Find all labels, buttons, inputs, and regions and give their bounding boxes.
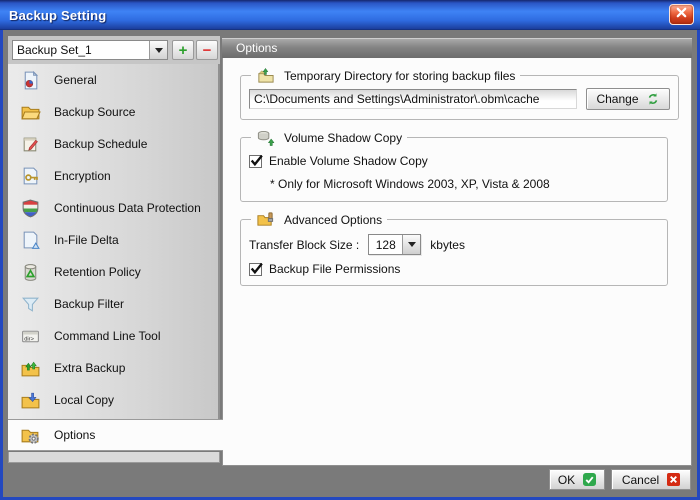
dialog-footer: OK Cancel [549,469,691,490]
sidebar-item-label: Backup Source [54,105,135,119]
transfer-block-size-label: Transfer Block Size : [249,238,359,252]
sidebar-item-extra-backup[interactable]: Extra Backup [8,352,218,384]
sidebar-menu: General Backup Source Backup Schedule En… [8,64,220,419]
add-backup-set-button[interactable]: + [172,40,194,60]
sidebar-item-in-file-delta[interactable]: In-File Delta [8,224,218,256]
in-file-delta-icon [20,230,41,251]
sidebar-item-general[interactable]: General [8,64,218,96]
temp-dir-path-input[interactable] [249,89,577,109]
panel-header: Options [222,38,692,58]
options-panel: Temporary Directory for storing backup f… [222,58,692,466]
sidebar-item-backup-schedule[interactable]: Backup Schedule [8,128,218,160]
sidebar-item-encryption[interactable]: Encryption [8,160,218,192]
sidebar-item-options-selected[interactable]: Options [8,419,223,451]
temp-dir-folder-icon [256,66,275,85]
panel-title: Options [236,41,277,55]
change-button-label: Change [596,92,638,106]
enable-vsc-checkbox[interactable] [249,155,262,168]
sidebar-item-label: Local Copy [54,393,114,407]
options-gear-icon [20,425,41,446]
command-line-icon: dir> [20,326,41,347]
minus-icon: − [203,43,212,58]
backup-set-dropdown[interactable]: Backup Set_1 [12,40,168,60]
sidebar-item-command-line-tool[interactable]: dir> Command Line Tool [8,320,218,352]
shadow-copy-disks-icon [256,128,275,147]
volume-shadow-copy-group: Volume Shadow Copy Enable Volume Shadow … [240,128,668,202]
cancel-button[interactable]: Cancel [611,469,691,490]
local-copy-folder-icon [20,390,41,411]
sidebar-item-label: Options [54,428,95,442]
sidebar-item-label: Extra Backup [54,361,125,375]
sidebar-item-backup-filter[interactable]: Backup Filter [8,288,218,320]
window-title: Backup Setting [0,8,106,23]
ok-check-icon [583,473,596,486]
sidebar-item-label: Backup Filter [54,297,124,311]
sidebar-item-retention-policy[interactable]: Retention Policy [8,256,218,288]
ok-button-label: OK [558,473,575,487]
sidebar-bottom-strip [8,452,220,463]
vsc-note: * Only for Microsoft Windows 2003, XP, V… [270,177,659,191]
sidebar-item-backup-source[interactable]: Backup Source [8,96,218,128]
advanced-options-group: Advanced Options Transfer Block Size : 1… [240,210,668,286]
sidebar-item-label: Command Line Tool [54,329,161,343]
sidebar-item-label: Retention Policy [54,265,141,279]
encryption-key-icon [20,166,41,187]
backup-source-folder-icon [20,102,41,123]
general-icon [20,70,41,91]
sidebar-item-label: Encryption [54,169,111,183]
transfer-block-size-unit: kbytes [430,238,465,252]
cancel-button-label: Cancel [622,473,659,487]
chevron-down-icon [155,48,163,53]
schedule-notepad-pencil-icon [20,134,41,155]
transfer-block-size-value: 128 [369,235,402,254]
advanced-folder-icon [256,210,275,229]
remove-backup-set-button[interactable]: − [196,40,218,60]
volume-shadow-copy-title: Volume Shadow Copy [284,131,402,145]
plus-icon: + [179,43,188,58]
backup-setting-dialog: Backup Setting Backup Set_1 + − General … [0,0,700,500]
ok-button[interactable]: OK [549,469,605,490]
temp-dir-group: Temporary Directory for storing backup f… [240,66,679,120]
change-button[interactable]: Change [586,88,670,110]
sidebar-item-label: In-File Delta [54,233,119,247]
retention-bin-icon [20,262,41,283]
refresh-arrows-icon [646,92,660,106]
sidebar-item-local-copy[interactable]: Local Copy [8,384,218,416]
close-button[interactable] [669,4,694,25]
cancel-x-icon [667,473,680,486]
dropdown-arrow-button[interactable] [149,41,167,59]
backup-set-dropdown-value: Backup Set_1 [13,41,149,59]
titlebar: Backup Setting [0,0,700,30]
chevron-down-icon [408,242,416,247]
backup-file-permissions-checkbox[interactable] [249,263,262,276]
transfer-block-size-dropdown[interactable]: 128 [368,234,421,255]
enable-vsc-label: Enable Volume Shadow Copy [269,154,428,168]
sidebar-item-label: General [54,73,97,87]
close-x-icon [675,6,688,24]
dropdown-arrow-button[interactable] [402,235,420,254]
temp-dir-group-title: Temporary Directory for storing backup f… [284,69,515,83]
advanced-options-title: Advanced Options [284,213,382,227]
extra-backup-folder-icon [20,358,41,379]
backup-file-permissions-label: Backup File Permissions [269,262,400,276]
cdp-shield-icon [20,198,41,219]
sidebar-item-continuous-data-protection[interactable]: Continuous Data Protection [8,192,218,224]
sidebar-item-label: Continuous Data Protection [54,201,201,215]
filter-funnel-icon [20,294,41,315]
svg-text:dir>: dir> [24,336,34,342]
sidebar-item-label: Backup Schedule [54,137,147,151]
window-border-left [0,30,3,500]
